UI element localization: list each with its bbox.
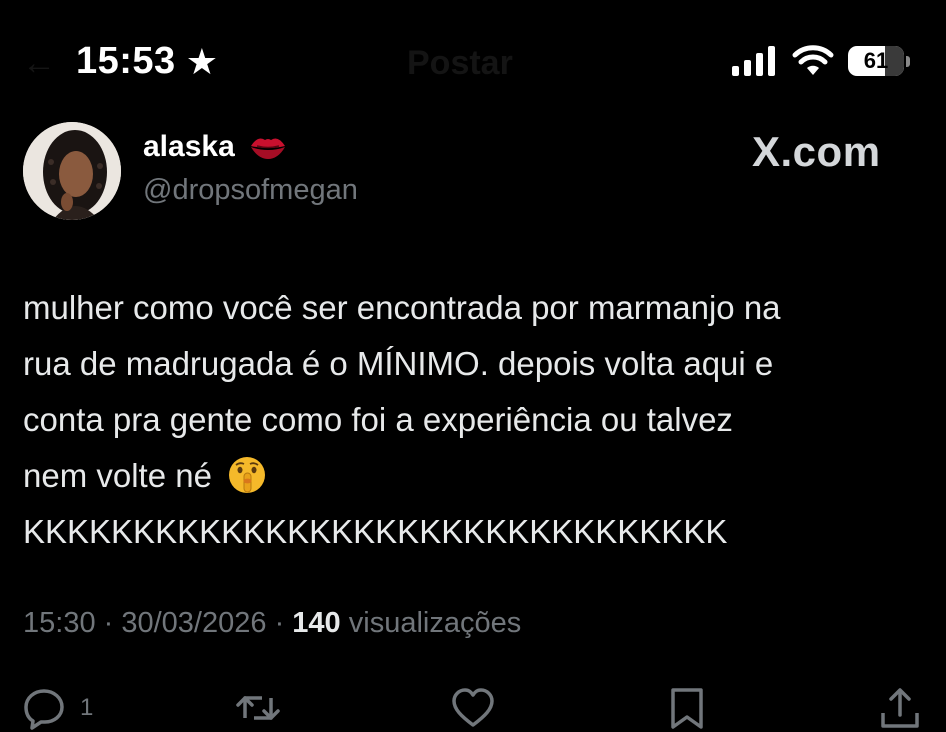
- repost-button[interactable]: [236, 686, 280, 730]
- reply-count: 1: [80, 694, 94, 721]
- heart-icon: [452, 688, 494, 727]
- share-icon: [881, 688, 919, 728]
- tweet-text: mulher como você ser encontrada por marm…: [23, 280, 928, 560]
- shushing-face-icon: [229, 457, 266, 493]
- bookmark-button[interactable]: [665, 686, 709, 730]
- author-name[interactable]: alaska: [143, 130, 287, 164]
- avatar-image: [23, 122, 121, 220]
- header-title: Postar: [407, 44, 513, 82]
- tweet-line: conta pra gente como foi a experiência o…: [23, 401, 733, 438]
- tweet-line: KKKKKKKKKKKKKKKKKKKKKKKKKKKKKKKK: [23, 513, 728, 550]
- meta-separator: ·: [95, 607, 122, 639]
- meta-separator: ·: [266, 607, 293, 639]
- brand-mark: X.com: [752, 128, 881, 175]
- reply-button[interactable]: 1: [22, 686, 93, 730]
- author-name-text: alaska: [143, 130, 235, 163]
- repost-icon: [236, 696, 280, 720]
- back-arrow-icon[interactable]: ←: [22, 44, 56, 83]
- cellular-signal-icon: [732, 46, 775, 76]
- status-time: 15:53 ★: [76, 40, 218, 83]
- share-button[interactable]: [878, 686, 922, 730]
- wifi-icon: [792, 45, 834, 75]
- tweet-line-text: nem volte né: [23, 457, 212, 494]
- action-bar: 1: [0, 680, 946, 732]
- status-icons: 61: [730, 44, 912, 78]
- views-label: visualizações: [340, 607, 522, 639]
- views-count: 140: [292, 607, 341, 639]
- tweet-date[interactable]: 30/03/2026: [121, 607, 266, 639]
- battery-level: 61: [863, 48, 889, 73]
- author-handle[interactable]: @dropsofmegan: [143, 174, 358, 207]
- star-icon: ★: [185, 40, 219, 82]
- tweet-line-with-emoji: nem volte né: [23, 448, 928, 504]
- reply-icon: [24, 689, 64, 730]
- tweet-line: rua de madrugada é o MÍNIMO. depois volt…: [23, 345, 774, 382]
- tweet-meta: 15:30 · 30/03/2026 · 140 visualizações: [23, 607, 521, 640]
- tweet-line: mulher como você ser encontrada por marm…: [23, 289, 781, 326]
- like-button[interactable]: [451, 686, 495, 730]
- bookmark-icon: [671, 688, 703, 729]
- kiss-lips-icon: [250, 138, 285, 159]
- status-time-text: 15:53: [76, 40, 176, 82]
- avatar[interactable]: [23, 122, 121, 220]
- tweet-time[interactable]: 15:30: [23, 607, 96, 639]
- battery-icon: 61: [848, 44, 912, 78]
